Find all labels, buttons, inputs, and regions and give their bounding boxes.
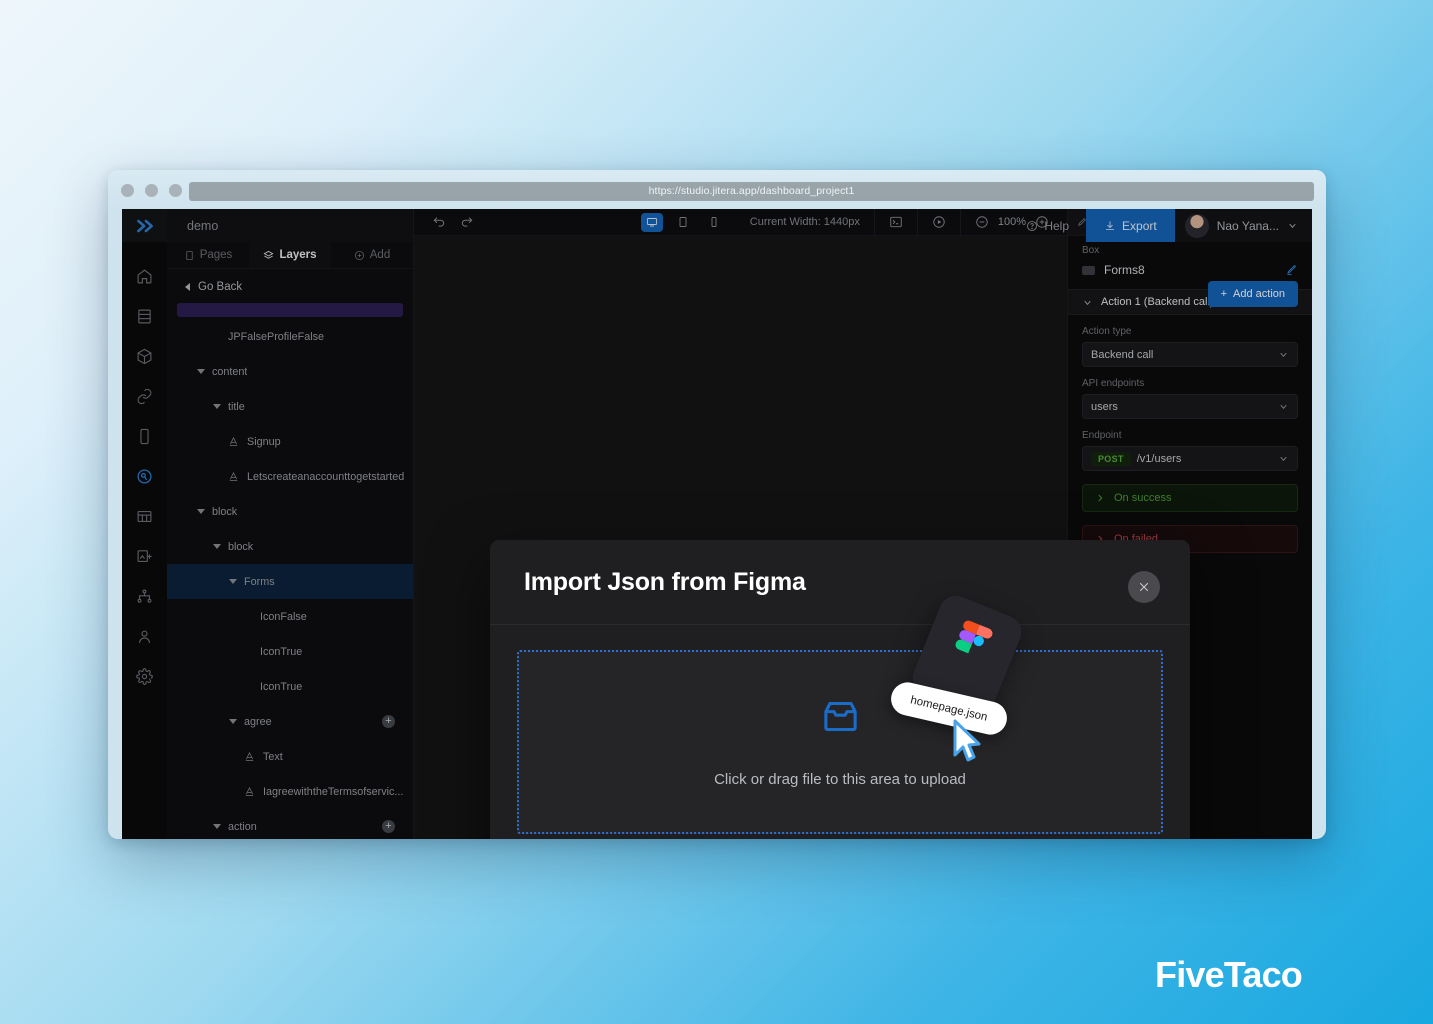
file-dropzone[interactable]: Click or drag file to this area to uploa…: [517, 650, 1163, 834]
cursor-arrow-icon: [953, 719, 981, 762]
app-shell: demo Pages Layers Add Go Back JPFalsePro…: [122, 209, 1312, 839]
browser-chrome: https://studio.jitera.app/dashboard_proj…: [108, 170, 1326, 209]
minimize-window-dot[interactable]: [145, 184, 158, 197]
url-bar[interactable]: https://studio.jitera.app/dashboard_proj…: [189, 182, 1314, 201]
upload-inbox-icon-wrap: [821, 697, 860, 741]
modal-body: Click or drag file to this area to uploa…: [490, 625, 1190, 839]
maximize-window-dot[interactable]: [169, 184, 182, 197]
modal-title: Import Json from Figma: [524, 567, 806, 596]
fivetaco-watermark: FiveTaco: [1155, 954, 1303, 995]
close-icon: [1139, 582, 1149, 592]
figma-logo-icon: [955, 620, 993, 654]
dropzone-text: Click or drag file to this area to uploa…: [714, 770, 966, 788]
close-window-dot[interactable]: [121, 184, 134, 197]
browser-window: https://studio.jitera.app/dashboard_proj…: [108, 170, 1326, 839]
modal-close-button[interactable]: [1128, 571, 1160, 603]
window-traffic-lights: [121, 184, 182, 197]
drag-cursor: [950, 719, 984, 770]
import-json-modal: Import Json from Figma Click or drag fil…: [490, 540, 1190, 839]
modal-header: Import Json from Figma: [490, 540, 1190, 625]
inbox-upload-icon: [823, 701, 857, 731]
